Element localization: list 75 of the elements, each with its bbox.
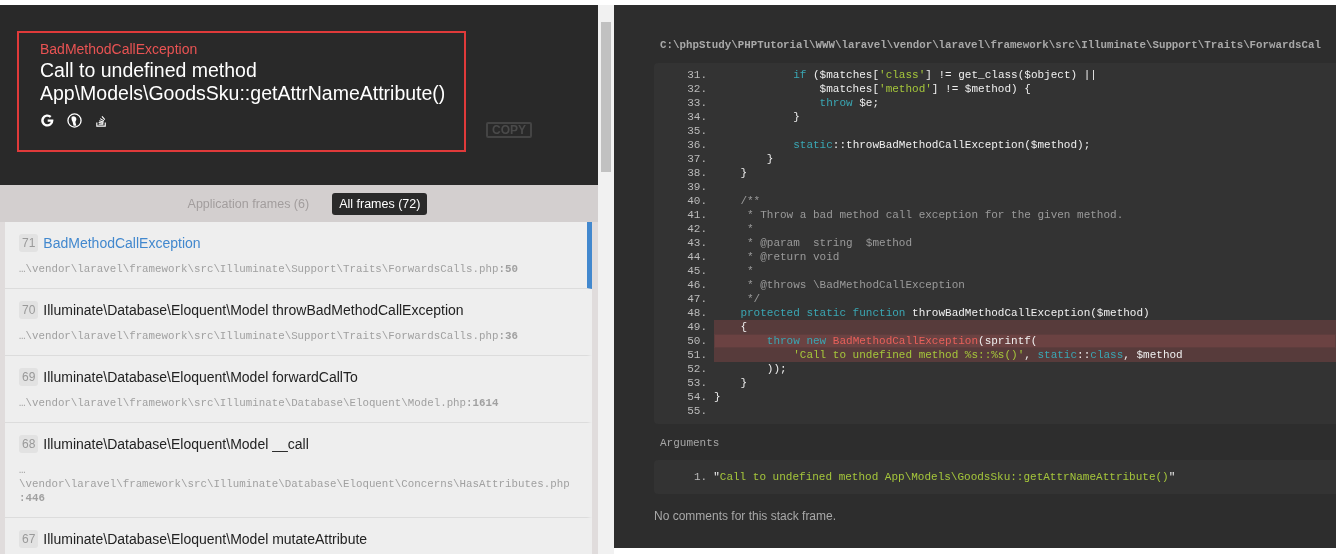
code-line: * Throw a bad method call exception for the given method. xyxy=(746,208,1125,222)
frame-filter-tab[interactable]: All frames (72) xyxy=(332,192,428,215)
line-number: 47. xyxy=(686,292,708,306)
line-number: 44. xyxy=(686,250,708,264)
stack-icon[interactable] xyxy=(94,113,109,128)
scrollbar-thumb[interactable] xyxy=(601,22,611,172)
line-number: 54. xyxy=(686,390,708,404)
code-line: * @throws \BadMethodCallException xyxy=(746,278,966,292)
frame-number: 70 xyxy=(19,301,39,319)
comments-note: No comments for this stack frame. xyxy=(654,509,838,523)
frame-title: Illuminate\Database\Eloquent\Model forwardCallTo xyxy=(43,369,358,385)
frame-number: 67 xyxy=(19,530,39,548)
line-number: 33. xyxy=(686,96,708,110)
g-icon[interactable] xyxy=(40,113,55,128)
code-line: } xyxy=(739,166,748,180)
stack-frame[interactable]: 70 Illuminate\Database\Eloquent\Model throwBadMethodCallException …\vendor\laravel\framework\src\Illuminate\Support\Traits\ForwardsCalls.php:36 xyxy=(5,289,592,356)
line-number: 41. xyxy=(686,208,708,222)
scrollbar[interactable] xyxy=(598,5,614,554)
line-number: 50. xyxy=(686,334,708,348)
line-number: 55. xyxy=(686,404,708,418)
line-number: 36. xyxy=(686,138,708,152)
line-number: 49. xyxy=(686,320,708,334)
line-number: 31. xyxy=(686,68,708,82)
code-line: } xyxy=(765,152,775,166)
argument-number: 1. xyxy=(694,471,708,483)
line-number: 34. xyxy=(686,110,708,124)
code-line: * xyxy=(746,264,755,278)
line-number: 40. xyxy=(686,194,708,208)
line-number: 52. xyxy=(686,362,708,376)
stack-frame[interactable]: 67 Illuminate\Database\Eloquent\Model mutateAttribute xyxy=(5,518,592,554)
duck-icon[interactable] xyxy=(67,113,82,128)
line-number: 38. xyxy=(686,166,708,180)
code-line: throw $e; xyxy=(818,96,881,110)
code-line: */ xyxy=(746,292,762,306)
line-number: 42. xyxy=(686,222,708,236)
stack-frame[interactable]: 68 Illuminate\Database\Eloquent\Model __call … \vendor\laravel\framework\src\Illuminate\Database\Eloquent\Concerns\HasAttributes.php :446 xyxy=(5,423,592,518)
line-number: 51. xyxy=(686,348,708,362)
code-line: )); xyxy=(765,362,788,376)
frame-title: BadMethodCallException xyxy=(43,235,201,251)
line-number: 37. xyxy=(686,152,708,166)
frame-title: Illuminate\Database\Eloquent\Model throwBadMethodCallException xyxy=(43,302,464,318)
code-line: if ($matches['class'] != get_class($object) || xyxy=(792,68,1098,82)
exception-type: BadMethodCallException xyxy=(40,41,199,57)
line-number: 45. xyxy=(686,264,708,278)
line-number: 32. xyxy=(686,82,708,96)
frame-number: 68 xyxy=(19,435,39,453)
code-line: } xyxy=(792,110,801,124)
line-number: 39. xyxy=(686,180,708,194)
line-number: 43. xyxy=(686,236,708,250)
exception-message: Call to undefined method App\Models\GoodsSku::getAttrNameAttribute() xyxy=(40,59,447,105)
frame-file-path: … \vendor\laravel\framework\src\Illuminate\Database\Eloquent\Concerns\HasAttributes.php :446 xyxy=(19,463,571,505)
frame-file-path: …\vendor\laravel\framework\src\Illuminate\Support\Traits\ForwardsCalls.php:36 xyxy=(19,329,519,343)
frame-file-path: …\vendor\laravel\framework\src\Illuminate\Support\Traits\ForwardsCalls.php:50 xyxy=(19,262,519,276)
code-line: * @param string $method xyxy=(746,236,914,250)
argument-value: "Call to undefined method App\Models\GoodsSku::getAttrNameAttribute()" xyxy=(713,471,1176,483)
frame-number: 71 xyxy=(19,234,39,252)
code-line: } xyxy=(739,376,748,390)
code-line: static::throwBadMethodCallException($method); xyxy=(792,138,1092,152)
code-line: /** xyxy=(739,194,762,208)
stack-frame[interactable]: 69 Illuminate\Database\Eloquent\Model forwardCallTo …\vendor\laravel\framework\src\Illuminate\Database\Eloquent\Model.php:1614 xyxy=(5,356,592,423)
line-number: 53. xyxy=(686,376,708,390)
code-line: * @return void xyxy=(746,250,841,264)
code-line: } xyxy=(714,390,722,404)
frame-title: Illuminate\Database\Eloquent\Model __call xyxy=(43,436,309,452)
line-number: 46. xyxy=(686,278,708,292)
frame-title: Illuminate\Database\Eloquent\Model mutateAttribute xyxy=(43,531,368,547)
frame-file-path: …\vendor\laravel\framework\src\Illuminate\Database\Eloquent\Model.php:1614 xyxy=(19,396,500,410)
frame-number: 69 xyxy=(19,368,39,386)
line-number: 35. xyxy=(686,124,708,138)
code-line: protected static function throwBadMethodCallException($method) xyxy=(739,306,1151,320)
code-line: $matches['method'] != $method) { xyxy=(818,82,1032,96)
code-line: * xyxy=(746,222,755,236)
arguments-heading: Arguments xyxy=(660,437,721,449)
file-path: C:\phpStudy\PHPTutorial\WWW\laravel\vendor\laravel\framework\src\Illuminate\Support\Traits\ForwardsCal xyxy=(660,39,1322,51)
line-number: 48. xyxy=(686,306,708,320)
